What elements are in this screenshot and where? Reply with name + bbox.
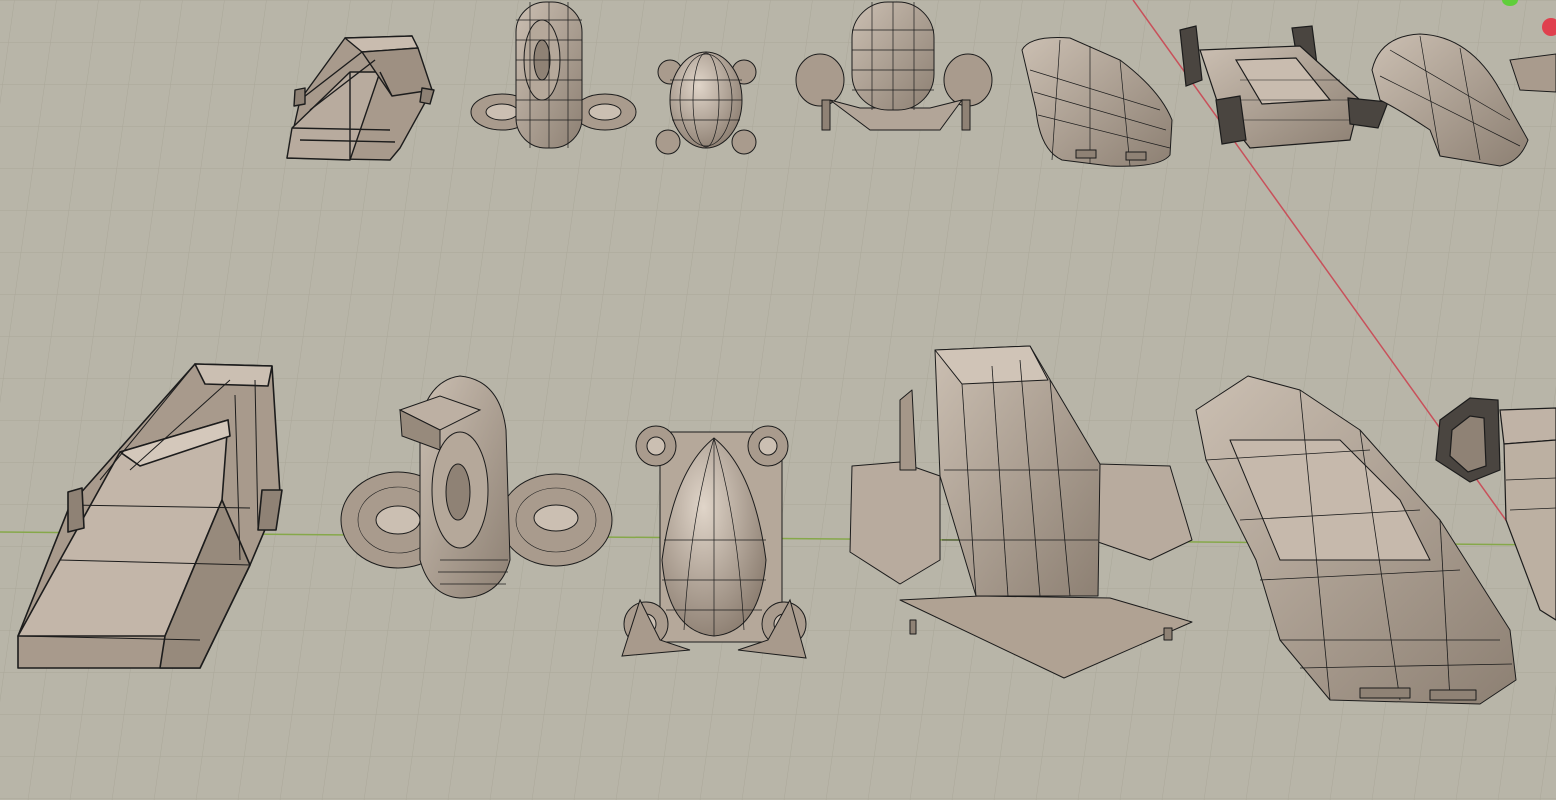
- scene-canvas[interactable]: [0, 0, 1556, 800]
- 3d-viewport[interactable]: [0, 0, 1556, 800]
- vehicle-03-quad-pod[interactable]: [655, 51, 757, 155]
- gizmo-x-axis-icon[interactable]: [1542, 18, 1556, 36]
